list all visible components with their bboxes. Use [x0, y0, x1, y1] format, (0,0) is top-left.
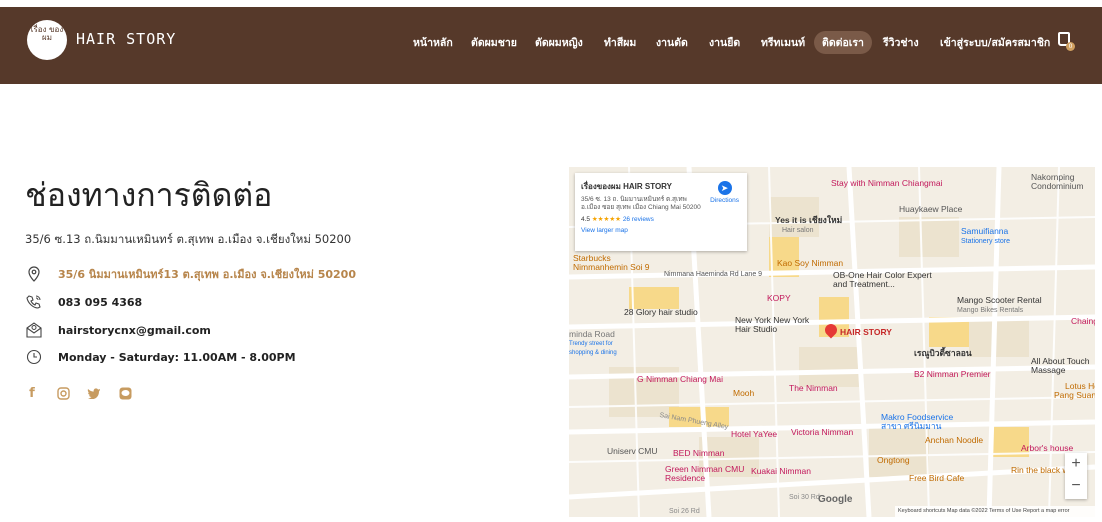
menu-item-straighten[interactable]: งานยืด: [709, 34, 740, 51]
map-place-label[interactable]: 28 Glory hair studio: [624, 308, 698, 317]
map-place-label[interactable]: Mango Scooter Rental: [957, 296, 1042, 305]
page-title: ช่องทางการติดต่อ: [25, 176, 273, 214]
phone-icon: [25, 293, 43, 311]
google-map[interactable]: เรื่องของผม HAIR STORY 35/6 ซ. 13 ถ. นิม…: [569, 167, 1095, 517]
map-card-address: 35/6 ซ. 13 ถ. นิมมานเหมินทร์ ต.สุเทพ อ.เ…: [581, 196, 701, 211]
map-place-label[interactable]: Anchan Noodle: [925, 436, 983, 445]
map-place-label[interactable]: All About Touch Massage: [1031, 357, 1093, 375]
map-zoom-control[interactable]: + −: [1065, 453, 1087, 499]
brand-name[interactable]: HAIR STORY: [76, 30, 176, 48]
map-info-card: เรื่องของผม HAIR STORY 35/6 ซ. 13 ถ. นิม…: [575, 173, 747, 251]
rating-stars: ★★★★★: [591, 216, 621, 223]
twitter-icon[interactable]: [87, 386, 101, 400]
map-place-label[interactable]: Uniserv CMU: [607, 447, 658, 456]
map-place-label[interactable]: B2 Nimman Premier: [914, 370, 991, 379]
contact-address: 35/6 ซ.13 ถ.นิมมานเหมินทร์ ต.สุเทพ อ.เมื…: [25, 232, 352, 246]
facebook-icon[interactable]: f: [25, 386, 39, 401]
zoom-in-button[interactable]: +: [1065, 453, 1087, 475]
map-place-label[interactable]: Mooh: [733, 389, 754, 398]
map-place-label[interactable]: เรณูบิวตี้ซาลอน: [914, 349, 972, 358]
map-place-label[interactable]: OB-One Hair Color Expert and Treatment..…: [833, 271, 933, 289]
larger-map-link[interactable]: View larger map: [581, 227, 741, 234]
map-place-label[interactable]: Victoria Nimman: [791, 428, 853, 437]
map-place-label[interactable]: Stay with Nimman Chiangmai: [831, 179, 942, 188]
menu-item-men-haircut[interactable]: ตัดผมชาย: [471, 34, 517, 51]
map-place-label[interactable]: Chaing M: [1071, 317, 1095, 326]
contact-row-hours: Monday - Saturday: 11.00AM - 8.00PM: [25, 348, 296, 366]
directions-button[interactable]: ➤ Directions: [710, 181, 739, 204]
map-place-label[interactable]: Samuifianna: [961, 227, 1008, 236]
menu-item-hair-color[interactable]: ทำสีผม: [604, 34, 636, 51]
rating-value: 4.5: [581, 216, 591, 223]
map-place-label[interactable]: Hotel YaYee: [731, 430, 777, 439]
line-icon[interactable]: [118, 386, 132, 400]
contact-row-email: hairstorycnx@gmail.com: [25, 321, 211, 339]
social-links: f: [25, 386, 132, 401]
map-street-label: Soi 26 Rd: [669, 508, 700, 515]
map-card-rating: 4.5 ★★★★★ 26 reviews: [581, 215, 741, 223]
menu-item-reviews[interactable]: รีวิวช่าง: [883, 34, 919, 51]
menu-item-perm[interactable]: งานดัด: [656, 34, 688, 51]
map-place-label[interactable]: Stationery store: [961, 237, 1010, 246]
menu-item-contact[interactable]: ติดต่อเรา: [814, 31, 872, 54]
map-place-label[interactable]: Hair salon: [782, 226, 814, 235]
clock-icon: [25, 348, 43, 366]
contact-hours-text: Monday - Saturday: 11.00AM - 8.00PM: [58, 350, 296, 364]
map-place-label[interactable]: Starbucks Nimmanhemin Soi 9: [573, 254, 663, 272]
map-place-label[interactable]: Kuakai Nimman: [751, 467, 811, 476]
contact-phone-text[interactable]: 083 095 4368: [58, 296, 142, 309]
instagram-icon[interactable]: [56, 386, 70, 400]
map-place-label[interactable]: Ongtong: [877, 456, 910, 465]
contact-row-phone: 083 095 4368: [25, 293, 142, 311]
map-place-label[interactable]: Yes it is เชียงใหม่: [775, 216, 842, 225]
contact-email-text[interactable]: hairstorycnx@gmail.com: [58, 324, 211, 337]
map-place-label[interactable]: HAIR STORY: [840, 328, 892, 337]
top-strip: [0, 0, 1102, 7]
map-place-label[interactable]: Mango Bikes Rentals: [957, 306, 1023, 315]
map-place-label[interactable]: G Nimman Chiang Mai: [637, 375, 723, 384]
contact-location-text[interactable]: 35/6 นิมมานเหมินทร์13 ต.สุเทพ อ.เมือง จ.…: [58, 265, 356, 283]
map-place-label[interactable]: Green Nimman CMU Residence: [665, 465, 745, 483]
map-street-label: Soi 30 Rd: [789, 494, 820, 501]
map-place-label[interactable]: Trendy street for shopping & dining: [569, 340, 625, 358]
menu-item-home[interactable]: หน้าหลัก: [413, 34, 453, 51]
menu-item-women-haircut[interactable]: ตัดผมหญิง: [535, 34, 583, 51]
map-place-label[interactable]: Pang Suan Ka: [1054, 391, 1095, 400]
directions-label: Directions: [710, 197, 739, 204]
zoom-out-button[interactable]: −: [1065, 475, 1087, 497]
map-place-label[interactable]: Nimmana Haeminda Rd Lane 9: [664, 270, 762, 279]
map-place-label[interactable]: New York New York Hair Studio: [735, 316, 815, 334]
reviews-link[interactable]: 26 reviews: [623, 216, 654, 223]
site-logo[interactable]: เรื่อง ของ ผม: [27, 20, 67, 60]
map-place-label[interactable]: Arbor's house: [1021, 444, 1073, 453]
google-logo: Google: [818, 494, 853, 505]
map-place-label[interactable]: Makro Foodservice สาขา ศรีนิมมาน: [881, 413, 971, 431]
menu-item-treatment[interactable]: ทรีทเมนท์: [761, 34, 805, 51]
map-place-label[interactable]: KOPY: [767, 294, 791, 303]
location-pin-icon: [25, 265, 43, 283]
email-icon: [25, 321, 43, 339]
menu-item-login-register[interactable]: เข้าสู่ระบบ/สมัครสมาชิก: [940, 34, 1050, 51]
map-place-label[interactable]: Kao Soy Nimman: [777, 259, 843, 268]
logo-text: เรื่อง ของ ผม: [30, 25, 64, 42]
map-place-label[interactable]: Huaykaew Place: [899, 205, 962, 214]
map-place-label[interactable]: minda Road: [569, 330, 615, 339]
map-place-label[interactable]: Nakornping Condominium: [1031, 173, 1091, 191]
contact-row-location: 35/6 นิมมานเหมินทร์13 ต.สุเทพ อ.เมือง จ.…: [25, 265, 356, 283]
cart-count-badge: 0: [1066, 42, 1075, 51]
map-attribution[interactable]: Keyboard shortcuts Map data ©2022 Terms …: [895, 506, 1095, 517]
map-place-label[interactable]: The Nimman: [789, 384, 838, 393]
map-place-label[interactable]: Free Bird Cafe: [909, 474, 964, 483]
directions-icon: ➤: [717, 181, 732, 195]
map-place-label[interactable]: BED Nimman: [673, 449, 724, 458]
